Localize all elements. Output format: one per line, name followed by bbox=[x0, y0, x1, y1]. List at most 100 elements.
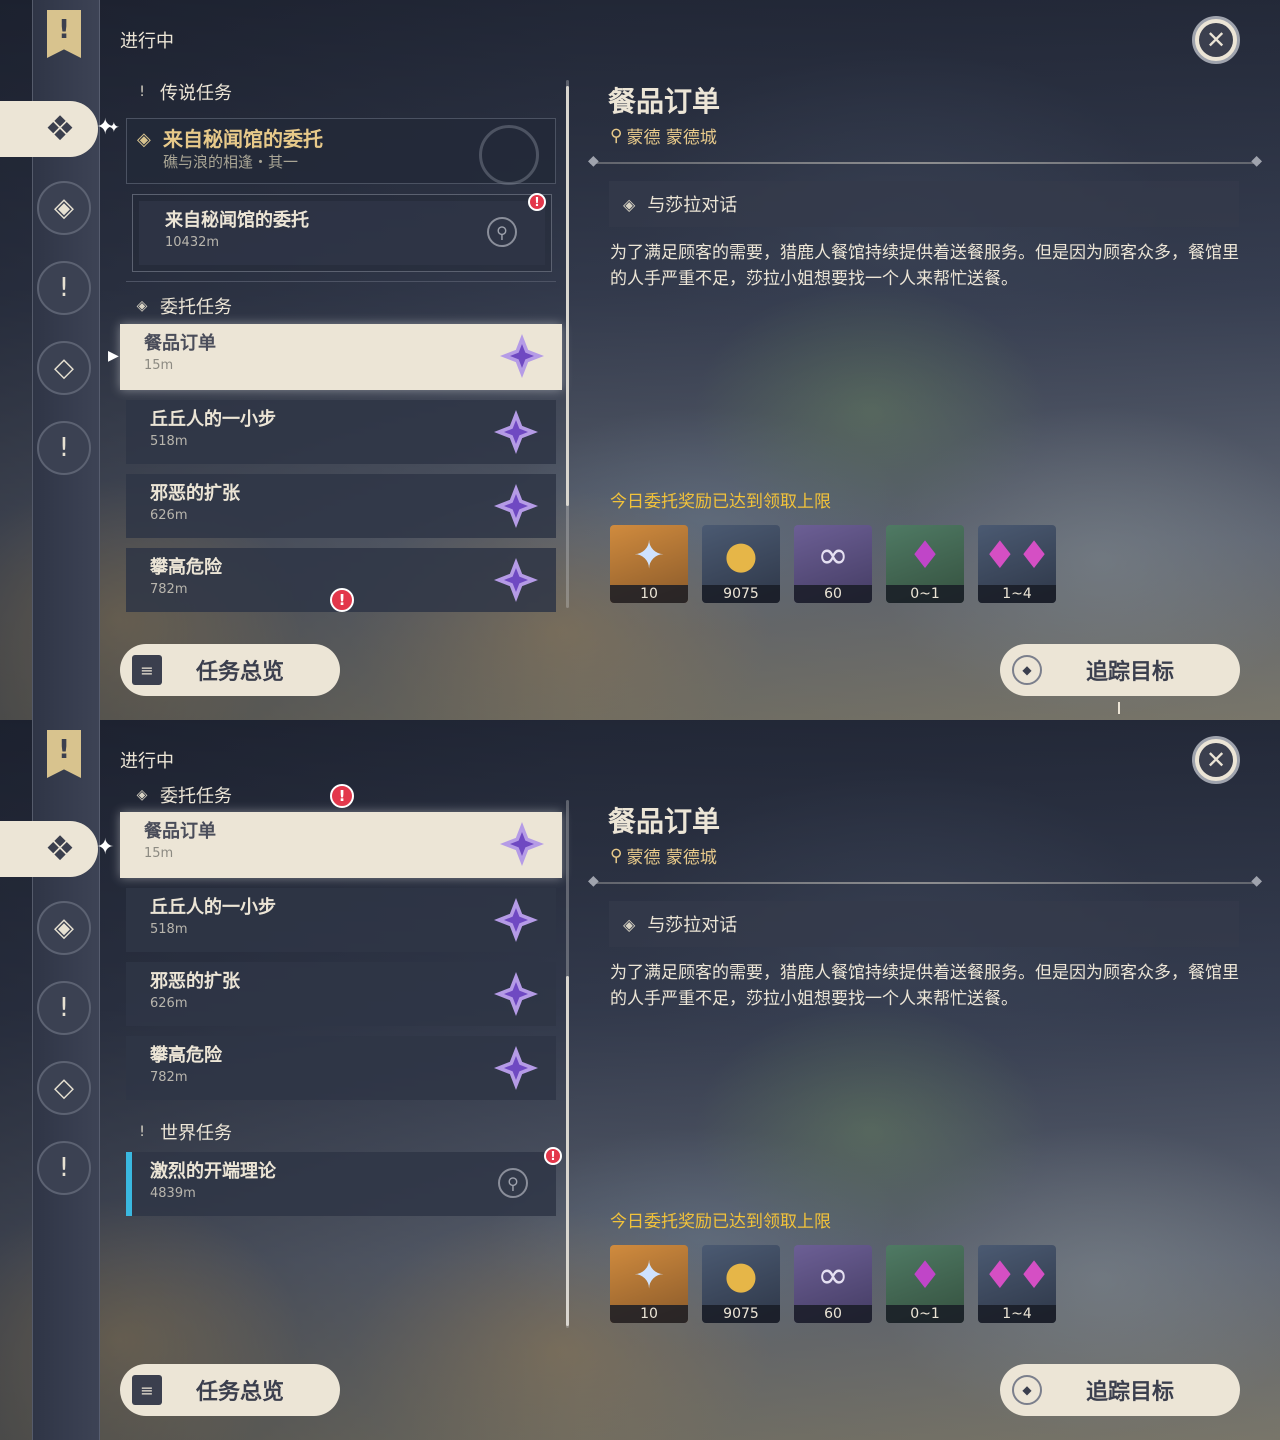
commission-star-icon bbox=[500, 822, 544, 866]
mora-icon: ● bbox=[724, 533, 758, 577]
primogem-reward[interactable]: ✦ 10 bbox=[610, 525, 688, 603]
legend-subquest-card[interactable]: 来自秘闻馆的委托 10432m ⚲ bbox=[132, 194, 552, 272]
friendship-exp-reward[interactable]: ∞ 60 bbox=[794, 1245, 872, 1323]
commission-star-icon bbox=[494, 972, 538, 1016]
alert-icon: ! bbox=[544, 1147, 562, 1165]
map-pin-icon[interactable]: ⚲ bbox=[487, 217, 517, 247]
legend-quest-icon[interactable]: ! bbox=[37, 981, 91, 1035]
tab-sparkle-icon: ✦ bbox=[96, 835, 115, 860]
alert-icon: ! bbox=[528, 193, 546, 211]
detail-location: ⚲ 蒙德 蒙德城 bbox=[610, 843, 717, 869]
world-section-icon: ! bbox=[139, 1124, 145, 1140]
commission-star-icon bbox=[494, 558, 538, 602]
reward-notice: 今日委托奖励已达到领取上限 bbox=[610, 1212, 831, 1232]
detail-description: 为了满足顾客的需要，猎鹿人餐馆持续提供着送餐服务。但是因为顾客众多，餐馆里的人手… bbox=[610, 963, 1239, 1009]
objective-diamond-icon: ◈ bbox=[623, 194, 636, 214]
crystal-chunk-reward[interactable]: ♦ 0~1 bbox=[886, 1245, 964, 1323]
detail-title: 餐品订单 bbox=[608, 85, 721, 118]
commission-item-0[interactable]: 餐品订单 15m bbox=[120, 812, 562, 878]
track-target-button[interactable]: ◆ 追踪目标 bbox=[1000, 644, 1240, 696]
commission-item-2[interactable]: 邪恶的扩张 626m bbox=[126, 474, 556, 538]
mora-reward[interactable]: ● 9075 bbox=[702, 1245, 780, 1323]
crystal-ore-reward[interactable]: ♦♦ 1~4 bbox=[978, 525, 1056, 603]
commission-tab-icon[interactable]: ❖ bbox=[0, 821, 98, 877]
legend-quest-icon[interactable]: ! bbox=[37, 261, 91, 315]
commission-item-3[interactable]: 攀高危险 782m bbox=[126, 1036, 556, 1100]
reward-qty: 1~4 bbox=[978, 1305, 1056, 1323]
close-icon: ✕ bbox=[1199, 743, 1233, 777]
scrollbar-thumb[interactable] bbox=[566, 86, 569, 506]
selection-sparkle-icon: ✦ bbox=[108, 120, 120, 136]
overview-button-label: 任务总览 bbox=[196, 1380, 285, 1405]
legend-quest-icon: ◈ bbox=[137, 129, 151, 150]
quest-book-icon: ≡ bbox=[132, 1375, 162, 1405]
commission-item-0[interactable]: 餐品订单 15m bbox=[120, 324, 562, 390]
reward-qty: 10 bbox=[610, 1305, 688, 1323]
reward-qty: 1~4 bbox=[978, 585, 1056, 603]
objective-label: 与莎拉对话 bbox=[647, 915, 738, 936]
detail-location: ⚲ 蒙德 蒙德城 bbox=[610, 123, 717, 149]
commission-star-icon bbox=[494, 1046, 538, 1090]
detail-title: 餐品订单 bbox=[608, 805, 721, 838]
world-quest-icon[interactable]: ! bbox=[37, 1141, 91, 1195]
mora-reward[interactable]: ● 9075 bbox=[702, 525, 780, 603]
close-button[interactable]: ✕ bbox=[1192, 736, 1240, 784]
track-target-button[interactable]: ◆ 追踪目标 bbox=[1000, 1364, 1240, 1416]
commission-quest-icon[interactable]: ◇ bbox=[37, 341, 91, 395]
commission-item-1[interactable]: 丘丘人的一小步 518m bbox=[126, 400, 556, 464]
world-section-label: 世界任务 bbox=[160, 1123, 232, 1144]
friendship-exp-reward[interactable]: ∞ 60 bbox=[794, 525, 872, 603]
crystal-chunk-icon: ♦ bbox=[907, 533, 943, 577]
selected-arrow-icon: ▶ bbox=[108, 348, 119, 364]
crystal-ore-icon: ♦♦ bbox=[982, 1253, 1052, 1297]
commission-star-icon bbox=[494, 410, 538, 454]
scrollbar-thumb[interactable] bbox=[566, 976, 569, 1326]
legend-quest-card[interactable]: ◈ 来自秘闻馆的委托 礁与浪的相逢・其一 bbox=[126, 118, 556, 185]
legend-emblem-icon bbox=[479, 125, 539, 185]
crystal-ore-reward[interactable]: ♦♦ 1~4 bbox=[978, 1245, 1056, 1323]
primogem-reward[interactable]: ✦ 10 bbox=[610, 1245, 688, 1323]
commission-section-label: 委托任务 bbox=[160, 786, 232, 807]
scroll-indicator bbox=[1118, 702, 1120, 714]
close-icon: ✕ bbox=[1199, 23, 1233, 57]
commission-item-1[interactable]: 丘丘人的一小步 518m bbox=[126, 888, 556, 952]
status-label: 进行中 bbox=[120, 751, 174, 772]
world-quest-icon[interactable]: ! bbox=[37, 421, 91, 475]
commission-section-icon: ◈ bbox=[136, 298, 148, 314]
crystal-chunk-reward[interactable]: ♦ 0~1 bbox=[886, 525, 964, 603]
world-quest-item[interactable]: 激烈的开端理论 4839m ⚲ bbox=[126, 1152, 556, 1216]
objective-row: ◈ 与莎拉对话 bbox=[609, 181, 1239, 227]
track-diamond-icon: ◆ bbox=[1012, 1375, 1042, 1405]
reward-qty: 10 bbox=[610, 585, 688, 603]
reward-notice: 今日委托奖励已达到领取上限 bbox=[610, 492, 831, 512]
location-pin-icon: ⚲ bbox=[610, 845, 623, 866]
quest-book-icon: ≡ bbox=[132, 655, 162, 685]
objective-diamond-icon: ◈ bbox=[623, 914, 636, 934]
friendship-exp-icon: ∞ bbox=[817, 533, 849, 577]
commission-star-icon bbox=[494, 898, 538, 942]
legend-section-label: 传说任务 bbox=[160, 83, 232, 104]
commission-section-header: ◈ 委托任务 bbox=[134, 293, 232, 319]
primogem-icon: ✦ bbox=[633, 533, 665, 577]
commission-star-icon bbox=[500, 334, 544, 378]
commission-quest-icon[interactable]: ◇ bbox=[37, 1061, 91, 1115]
quest-screen-top: ! ❖ ✦ ◈ ! ◇ ! 进行中 ! 传说任务 ✦ ◈ 来自秘闻馆的委托 礁与… bbox=[0, 0, 1280, 720]
quest-screen-bottom: ! ❖ ✦ ◈ ! ◇ ! 进行中 ◈ 委托任务 ! 餐品订单 15m 丘丘人的… bbox=[0, 720, 1280, 1440]
objective-label: 与莎拉对话 bbox=[647, 195, 738, 216]
archon-quest-icon[interactable]: ◈ bbox=[37, 901, 91, 955]
quest-overview-button[interactable]: ≡ 任务总览 bbox=[120, 1364, 340, 1416]
quest-overview-button[interactable]: ≡ 任务总览 bbox=[120, 644, 340, 696]
mora-icon: ● bbox=[724, 1253, 758, 1297]
detail-divider bbox=[588, 153, 1262, 169]
commission-section-label: 委托任务 bbox=[160, 297, 232, 318]
archon-quest-icon[interactable]: ◈ bbox=[37, 181, 91, 235]
commission-star-icon bbox=[494, 484, 538, 528]
scroll-alert-icon: ! bbox=[330, 784, 354, 808]
commission-item-2[interactable]: 邪恶的扩张 626m bbox=[126, 962, 556, 1026]
reward-qty: 0~1 bbox=[886, 585, 964, 603]
close-button[interactable]: ✕ bbox=[1192, 16, 1240, 64]
map-pin-icon[interactable]: ⚲ bbox=[498, 1168, 528, 1198]
commission-tab-icon[interactable]: ❖ bbox=[0, 101, 98, 157]
crystal-ore-icon: ♦♦ bbox=[982, 533, 1052, 577]
world-quest-title: 激烈的开端理论 bbox=[150, 1161, 276, 1182]
